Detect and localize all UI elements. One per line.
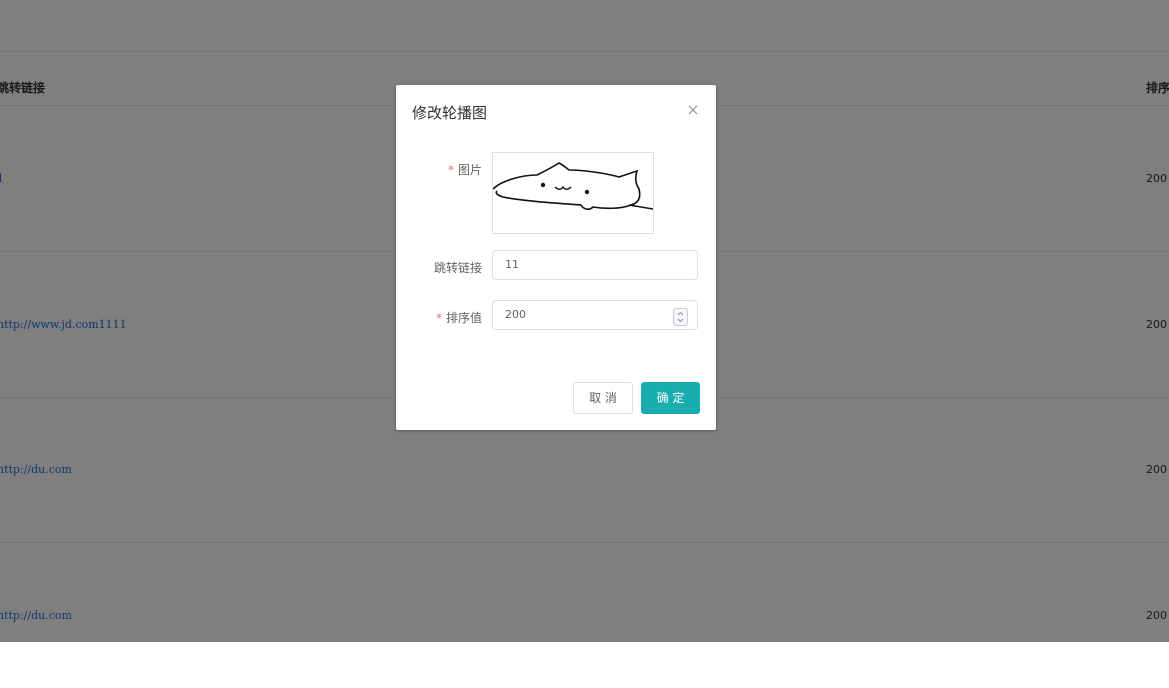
close-icon[interactable] [686,102,700,116]
required-mark: * [447,163,454,177]
required-mark: * [435,311,442,325]
image-label: * 图片 [447,163,482,177]
edit-carousel-dialog: 修改轮播图 *图片 跳转链接 *排序值 取 消 确 定 [396,85,716,430]
link-label: 跳转链接 [433,261,482,275]
stepper-arrows-icon[interactable] [673,308,688,326]
cancel-button[interactable]: 取 消 [573,382,633,414]
dialog-title: 修改轮播图 [412,104,488,122]
sort-label: * 排序值 [435,311,482,325]
link-input[interactable] [492,250,698,280]
cat-illustration [492,162,654,210]
image-preview[interactable] [492,152,654,234]
confirm-button[interactable]: 确 定 [641,382,700,414]
sort-value-input[interactable] [492,300,698,330]
